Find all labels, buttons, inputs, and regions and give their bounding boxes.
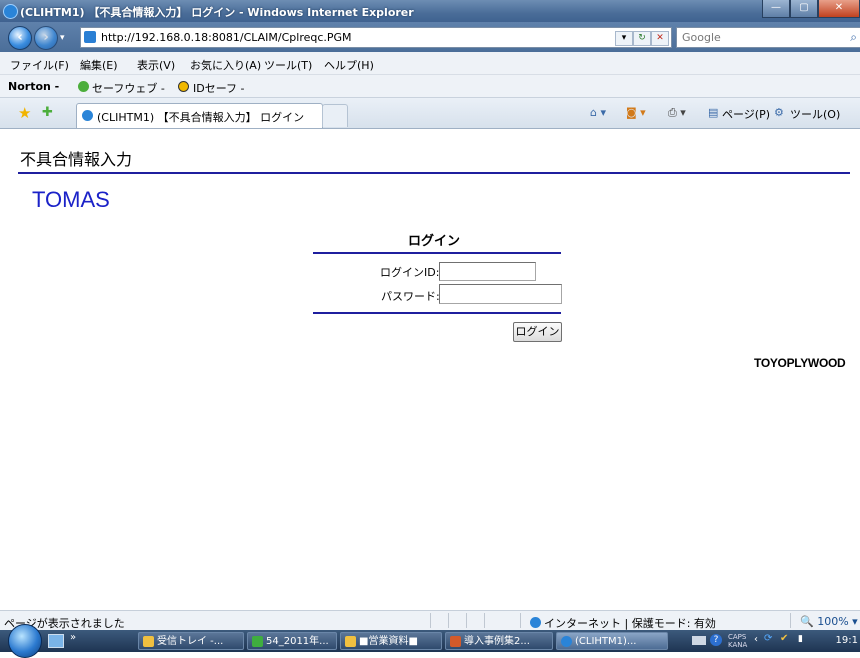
address-bar[interactable]: http://192.168.0.18:8081/CLAIM/Cplreqc.P…	[80, 27, 672, 48]
clock[interactable]: 19:1	[836, 635, 858, 646]
norton-id-safe[interactable]: IDセーフ -	[193, 80, 245, 96]
login-heading: ログイン	[408, 234, 461, 249]
window-title-bar[interactable]: (CLIHTM1) 【不具合情報入力】 ログイン - Windows Inter…	[0, 0, 860, 22]
window-title: (CLIHTM1) 【不具合情報入力】 ログイン - Windows Inter…	[20, 6, 414, 19]
password-field[interactable]	[439, 284, 562, 304]
stop-icon[interactable]: ✕	[651, 31, 669, 46]
history-dropdown-icon[interactable]: ▾	[60, 33, 65, 43]
taskbar-item-powerpoint[interactable]: 導入事例集2...	[445, 632, 553, 650]
search-placeholder: Google	[682, 31, 721, 44]
chevron-left-icon[interactable]: ‹	[754, 634, 758, 645]
heading-divider	[18, 172, 850, 174]
tab-current[interactable]: (CLIHTM1) 【不具合情報入力】 ログイン	[76, 103, 323, 128]
back-button[interactable]: ‹	[8, 26, 32, 50]
login-button[interactable]: ログイン	[513, 322, 562, 342]
feeds-icon[interactable]: ◙ ▾	[626, 106, 646, 119]
maximize-button[interactable]: ▢	[790, 0, 818, 18]
page-icon	[84, 31, 96, 43]
caps-indicator-icon: CAPS KANA	[728, 633, 748, 649]
forward-button[interactable]: ›	[34, 26, 58, 50]
zone-text: インターネット | 保護モード: 有効	[544, 617, 716, 630]
norton-safe-web[interactable]: セーフウェブ -	[92, 80, 165, 96]
status-bar: ページが表示されました インターネット | 保護モード: 有効 🔍 100% ▾	[0, 610, 860, 631]
norton-tray-icon[interactable]: ✔	[780, 633, 788, 644]
print-icon[interactable]: ⎙ ▾	[668, 106, 686, 120]
brand-title: TOMAS	[32, 187, 110, 212]
address-dropdown-icon[interactable]: ▾	[615, 31, 633, 46]
system-tray: ? CAPS KANA ‹ ⟳ ✔ ▮ 19:1	[688, 630, 860, 652]
search-input[interactable]: Google ⌕	[676, 27, 860, 48]
excel-icon	[252, 636, 263, 647]
menu-help[interactable]: ヘルプ(H)	[324, 57, 374, 73]
add-favorites-icon[interactable]: ✚	[42, 105, 53, 120]
taskbar: » 受信トレイ -... 54_2011年... ■営業資料■ 導入事例集2..…	[0, 624, 860, 658]
taskbar-item-ie[interactable]: (CLIHTM1)...	[556, 632, 668, 650]
zoom-level: 100%	[817, 615, 849, 628]
menu-edit[interactable]: 編集(E)	[80, 57, 118, 73]
quick-launch-chevron-icon[interactable]: »	[70, 632, 76, 643]
internet-explorer-icon	[561, 636, 572, 647]
tools-gear-icon: ⚙	[774, 106, 784, 119]
globe-icon	[530, 617, 541, 628]
network-icon[interactable]: ⟳	[764, 633, 772, 644]
id-safe-icon	[178, 81, 189, 92]
powerpoint-icon	[450, 636, 461, 647]
page-menu[interactable]: ページ(P)	[722, 106, 770, 122]
menu-view[interactable]: 表示(V)	[137, 57, 175, 73]
company-name: TOYOPLYWOOD	[754, 356, 846, 370]
folder-icon	[345, 636, 356, 647]
page-content: 不具合情報入力 TOMAS ログイン ログインID: パスワード: ログイン T…	[0, 129, 860, 610]
login-top-divider	[313, 252, 561, 254]
search-icon[interactable]: ⌕	[850, 30, 857, 45]
password-label: パスワード:	[381, 290, 440, 303]
login-id-label: ログインID:	[380, 266, 440, 279]
tab-bar: ★ ✚ (CLIHTM1) 【不具合情報入力】 ログイン ⌂ ▾ ◙ ▾ ⎙ ▾…	[0, 98, 860, 129]
mail-icon	[143, 636, 154, 647]
login-bottom-divider	[313, 312, 561, 314]
taskbar-item-inbox[interactable]: 受信トレイ -...	[138, 632, 244, 650]
security-zone[interactable]: インターネット | 保護モード: 有効	[530, 615, 716, 631]
favorites-star-icon[interactable]: ★	[18, 104, 31, 122]
menu-file[interactable]: ファイル(F)	[10, 57, 69, 73]
tab-page-icon	[82, 110, 93, 121]
show-desktop-icon[interactable]	[48, 634, 64, 648]
url-text[interactable]: http://192.168.0.18:8081/CLAIM/Cplreqc.P…	[101, 31, 352, 44]
start-button[interactable]	[8, 624, 42, 658]
address-toolbar: ‹ › ▾ http://192.168.0.18:8081/CLAIM/Cpl…	[0, 22, 860, 52]
page-icon: ▤	[708, 106, 719, 119]
menu-favorites[interactable]: お気に入り(A)	[190, 57, 261, 73]
norton-toolbar: Norton - セーフウェブ - IDセーフ -	[0, 75, 860, 98]
menu-bar: ファイル(F) 編集(E) 表示(V) お気に入り(A) ツール(T) ヘルプ(…	[0, 52, 860, 75]
taskbar-item-excel[interactable]: 54_2011年...	[247, 632, 337, 650]
norton-menu[interactable]: Norton -	[8, 80, 59, 93]
home-icon[interactable]: ⌂ ▾	[590, 106, 606, 119]
volume-icon[interactable]: ▮	[798, 634, 803, 644]
minimize-button[interactable]: —	[762, 0, 790, 18]
internet-explorer-icon	[3, 4, 18, 19]
tab-label: (CLIHTM1) 【不具合情報入力】 ログイン	[97, 111, 305, 124]
tools-menu[interactable]: ツール(O)	[790, 106, 840, 122]
page-title: 不具合情報入力	[20, 150, 133, 169]
login-id-field[interactable]	[439, 262, 536, 281]
close-button[interactable]: ✕	[818, 0, 860, 18]
safe-web-icon	[78, 81, 89, 92]
refresh-icon[interactable]: ↻	[633, 31, 651, 46]
zoom-icon: 🔍	[800, 615, 814, 628]
zoom-control[interactable]: 🔍 100% ▾	[800, 615, 858, 628]
new-tab-button[interactable]	[322, 104, 348, 127]
menu-tools[interactable]: ツール(T)	[264, 57, 312, 73]
help-icon[interactable]: ?	[710, 634, 722, 646]
taskbar-item-folder[interactable]: ■営業資料■	[340, 632, 442, 650]
keyboard-icon[interactable]	[692, 636, 706, 645]
